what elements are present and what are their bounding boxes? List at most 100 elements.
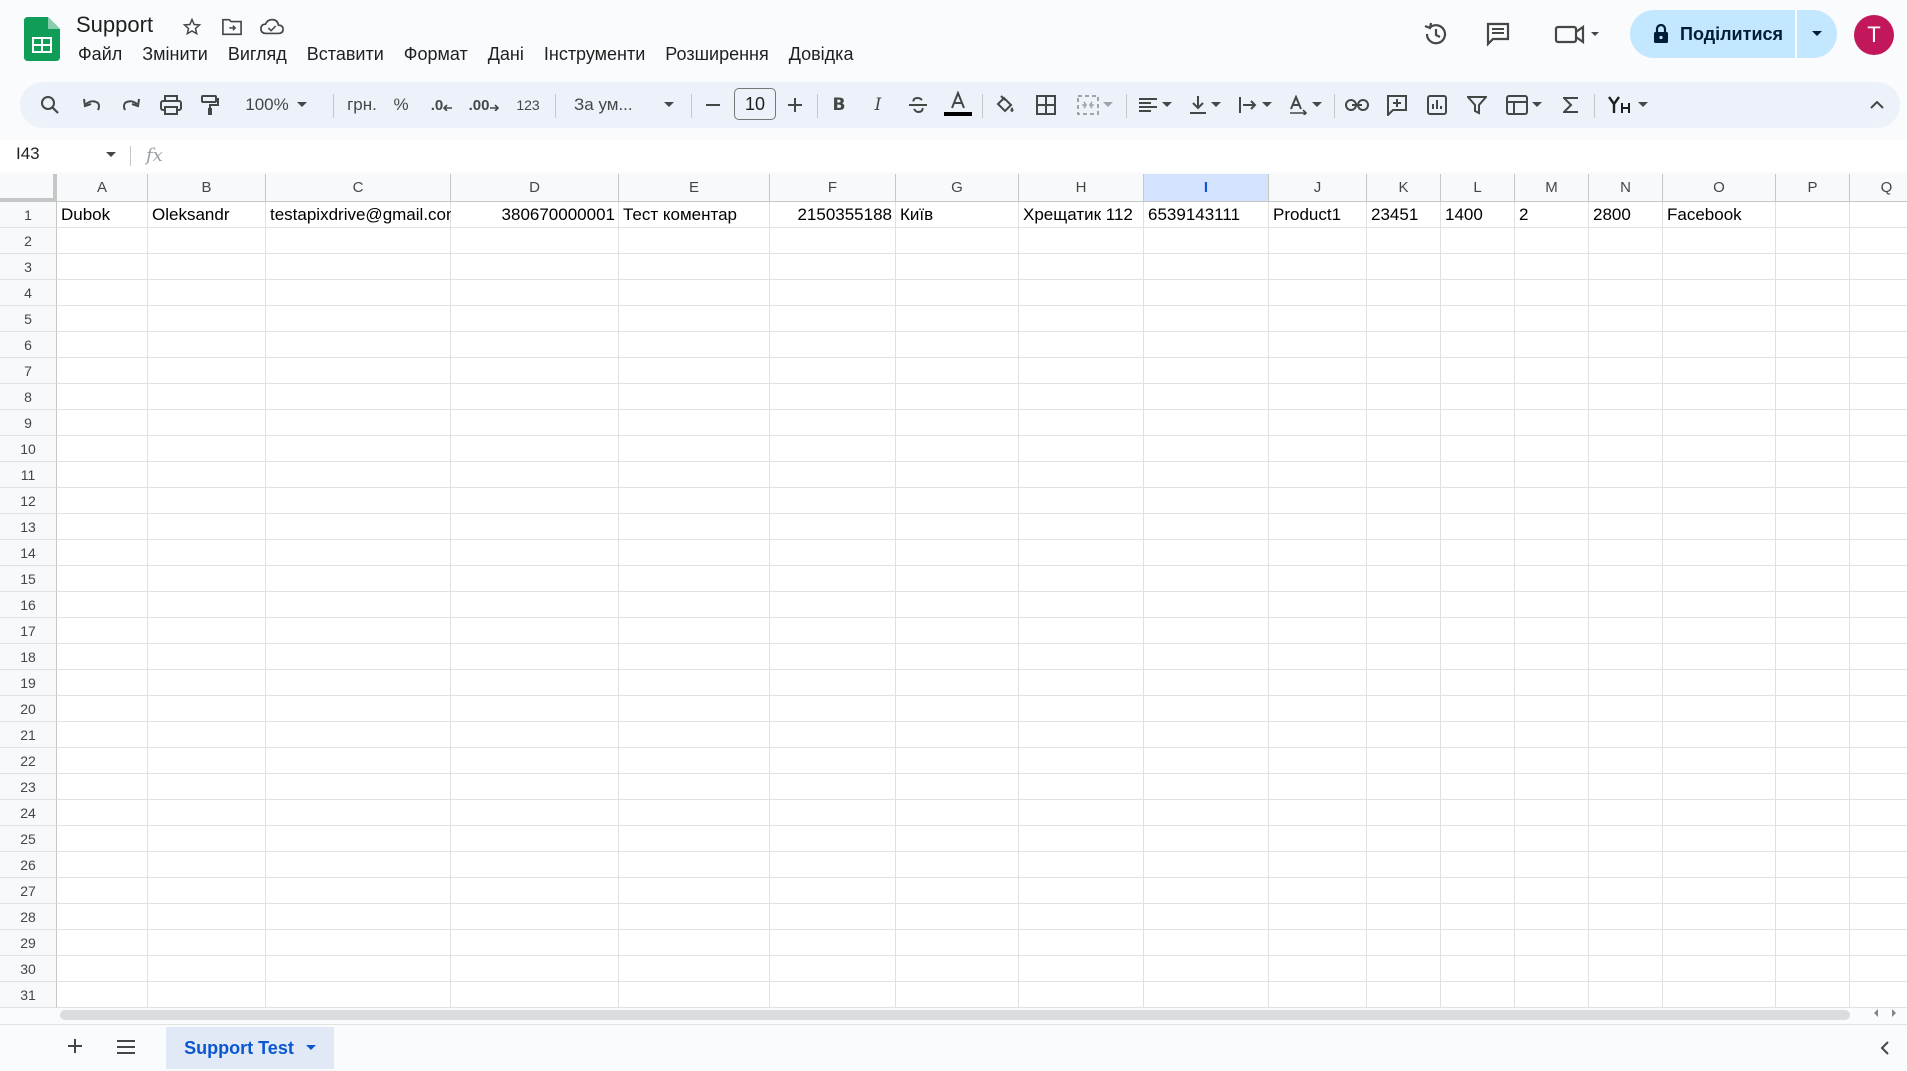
comments-icon[interactable]	[1478, 14, 1518, 54]
insert-chart-icon[interactable]	[1420, 87, 1454, 123]
column-header-p[interactable]: P	[1776, 174, 1850, 202]
fill-color-icon[interactable]	[988, 87, 1022, 123]
filter-icon[interactable]	[1460, 87, 1494, 123]
row-header[interactable]: 5	[0, 306, 57, 332]
column-header-l[interactable]: L	[1441, 174, 1515, 202]
column-header-c[interactable]: C	[266, 174, 451, 202]
column-header-k[interactable]: K	[1367, 174, 1441, 202]
version-history-icon[interactable]	[1416, 14, 1456, 54]
decrease-font-size-icon[interactable]	[698, 87, 728, 123]
sheet-tab-support-test[interactable]: Support Test	[166, 1027, 334, 1069]
add-sheet-icon[interactable]	[66, 1037, 84, 1055]
cell-k1[interactable]: 23451	[1367, 202, 1441, 228]
increase-font-size-icon[interactable]	[780, 87, 810, 123]
row-header[interactable]: 17	[0, 618, 57, 644]
font-family-select[interactable]: За ум...	[564, 87, 684, 123]
row-header[interactable]: 29	[0, 930, 57, 956]
row-header[interactable]: 13	[0, 514, 57, 540]
row-header[interactable]: 23	[0, 774, 57, 800]
row-header[interactable]: 4	[0, 280, 57, 306]
italic-icon[interactable]: I	[863, 87, 893, 123]
font-size-input[interactable]: 10	[734, 88, 776, 120]
document-title[interactable]: Support	[76, 12, 153, 38]
decrease-decimal-button[interactable]: .0	[424, 87, 460, 123]
column-header-n[interactable]: N	[1589, 174, 1663, 202]
hide-menus-icon[interactable]	[1862, 87, 1892, 123]
cell-p1[interactable]	[1776, 202, 1850, 228]
menu-tools[interactable]: Інструменти	[534, 42, 655, 67]
column-header-i[interactable]: I	[1144, 174, 1269, 202]
column-header-d[interactable]: D	[451, 174, 619, 202]
horizontal-align-icon[interactable]	[1132, 87, 1178, 123]
column-header-g[interactable]: G	[896, 174, 1019, 202]
scroll-right-icon[interactable]	[1890, 1008, 1898, 1018]
move-folder-icon[interactable]	[219, 14, 245, 40]
bold-icon[interactable]: B	[824, 87, 854, 123]
zoom-select[interactable]: 100%	[238, 87, 314, 123]
column-header-h[interactable]: H	[1019, 174, 1144, 202]
row-header[interactable]: 26	[0, 852, 57, 878]
row-header[interactable]: 10	[0, 436, 57, 462]
cell-g1[interactable]: Київ	[896, 202, 1019, 228]
name-box[interactable]: I43	[16, 144, 40, 164]
row-header[interactable]: 15	[0, 566, 57, 592]
row-header[interactable]: 3	[0, 254, 57, 280]
row-header[interactable]: 30	[0, 956, 57, 982]
paint-format-icon[interactable]	[194, 87, 226, 123]
redo-icon[interactable]	[115, 87, 147, 123]
row-header[interactable]: 6	[0, 332, 57, 358]
row-header[interactable]: 1	[0, 202, 57, 228]
formula-input[interactable]	[180, 145, 1880, 167]
row-header[interactable]: 9	[0, 410, 57, 436]
row-header[interactable]: 24	[0, 800, 57, 826]
row-header[interactable]: 16	[0, 592, 57, 618]
undo-icon[interactable]	[76, 87, 108, 123]
cell-o1[interactable]: Facebook	[1663, 202, 1776, 228]
menu-edit[interactable]: Змінити	[132, 42, 218, 67]
menu-view[interactable]: Вигляд	[218, 42, 297, 67]
row-header[interactable]: 14	[0, 540, 57, 566]
row-header[interactable]: 25	[0, 826, 57, 852]
cell-b1[interactable]: Oleksandr	[148, 202, 266, 228]
text-wrapping-icon[interactable]	[1232, 87, 1278, 123]
scroll-left-icon[interactable]	[1872, 1008, 1880, 1018]
row-header[interactable]: 18	[0, 644, 57, 670]
row-header[interactable]: 21	[0, 722, 57, 748]
cell-a1[interactable]: Dubok	[57, 202, 148, 228]
row-header[interactable]: 31	[0, 982, 57, 1008]
strikethrough-icon[interactable]	[902, 87, 934, 123]
row-header[interactable]: 27	[0, 878, 57, 904]
cell-c1[interactable]: testapixdrive@gmail.con	[266, 202, 451, 228]
search-menus-icon[interactable]	[34, 87, 66, 123]
column-header-f[interactable]: F	[770, 174, 896, 202]
functions-icon[interactable]	[1554, 87, 1588, 123]
menu-data[interactable]: Дані	[478, 42, 534, 67]
all-sheets-icon[interactable]	[116, 1039, 136, 1055]
cell-q1[interactable]	[1850, 202, 1907, 228]
menu-extensions[interactable]: Розширення	[655, 42, 778, 67]
insert-link-icon[interactable]	[1340, 87, 1374, 123]
text-color-icon[interactable]	[941, 87, 975, 123]
column-header-m[interactable]: M	[1515, 174, 1589, 202]
print-icon[interactable]	[155, 87, 187, 123]
cell-n1[interactable]: 2800	[1589, 202, 1663, 228]
row-header[interactable]: 2	[0, 228, 57, 254]
row-header[interactable]: 8	[0, 384, 57, 410]
format-percent-button[interactable]: %	[386, 87, 416, 123]
column-header-a[interactable]: A	[57, 174, 148, 202]
column-header-b[interactable]: B	[148, 174, 266, 202]
vertical-align-icon[interactable]	[1182, 87, 1228, 123]
text-rotation-icon[interactable]	[1282, 87, 1328, 123]
input-tools-icon[interactable]	[1602, 87, 1654, 123]
cell-h1[interactable]: Хрещатик 112	[1019, 202, 1144, 228]
row-header[interactable]: 19	[0, 670, 57, 696]
cell-i1[interactable]: 6539143111	[1144, 202, 1269, 228]
star-icon[interactable]	[179, 14, 205, 40]
column-header-o[interactable]: O	[1663, 174, 1776, 202]
avatar[interactable]: T	[1854, 15, 1894, 55]
horizontal-scrollbar[interactable]	[60, 1010, 1850, 1020]
cell-l1[interactable]: 1400	[1441, 202, 1515, 228]
row-header[interactable]: 22	[0, 748, 57, 774]
menu-format[interactable]: Формат	[394, 42, 478, 67]
sheets-logo-icon[interactable]	[24, 17, 60, 61]
